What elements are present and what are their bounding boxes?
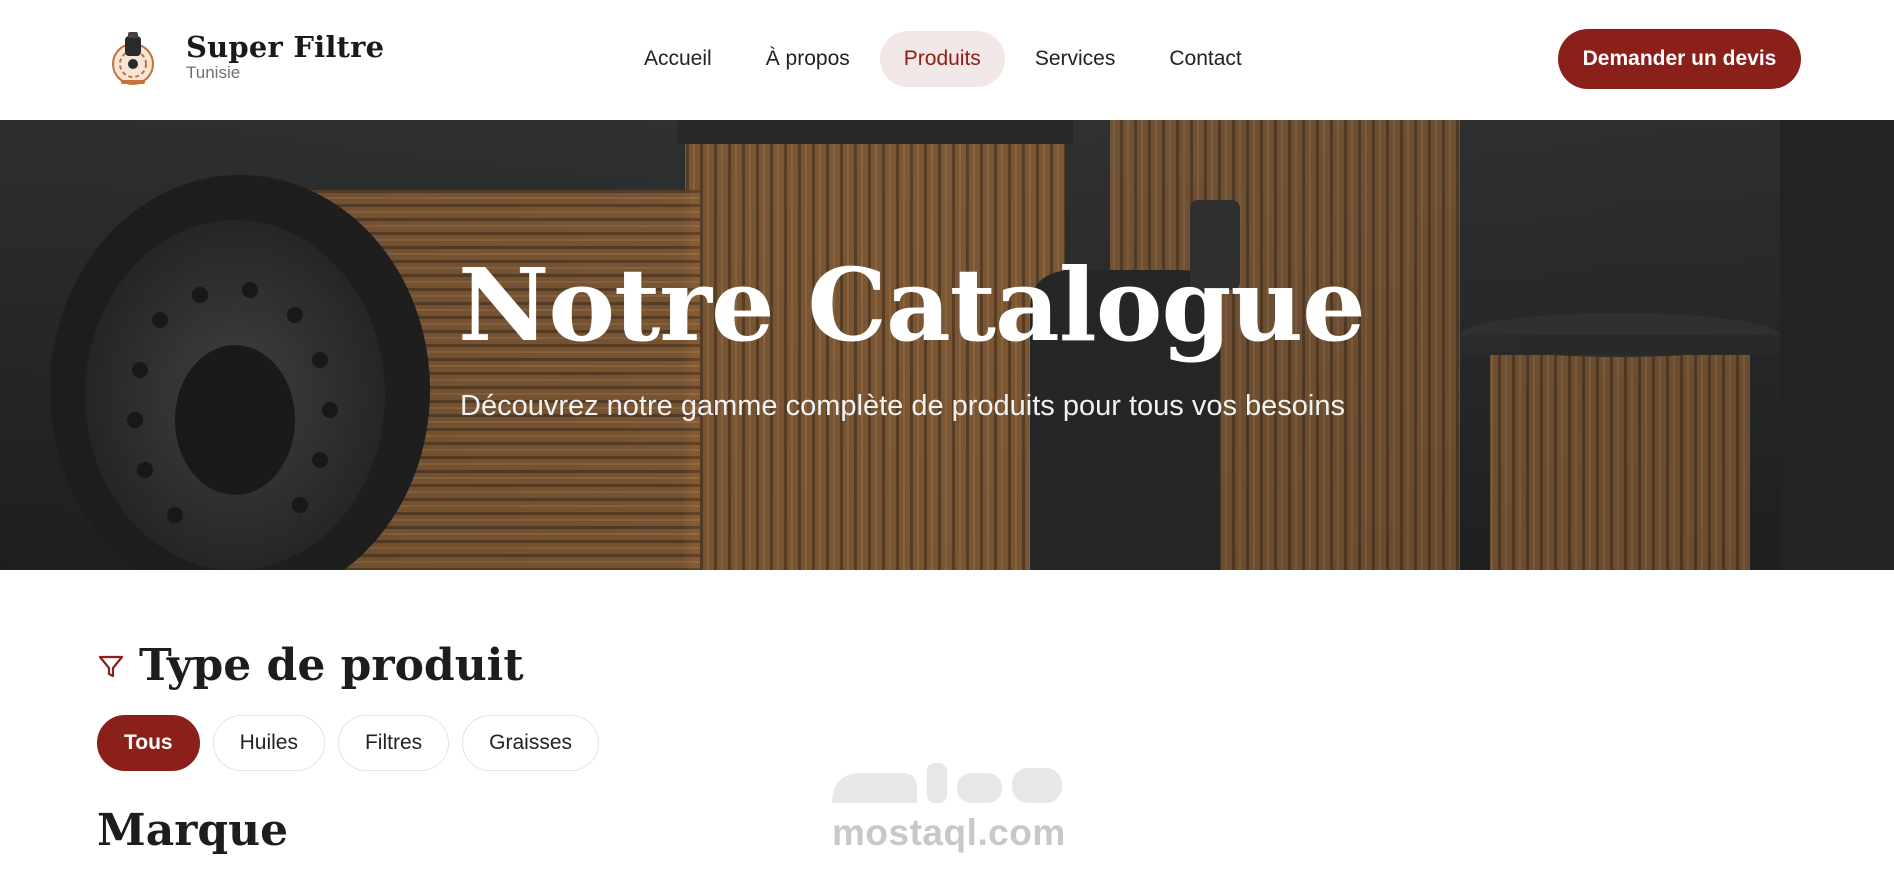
brand-tagline: Tunisie [186, 63, 241, 82]
product-type-title: Type de produit [139, 640, 524, 691]
funnel-icon [98, 655, 124, 677]
nav-item-contact[interactable]: Contact [1145, 31, 1265, 87]
brand-logo [108, 30, 158, 88]
watermark-text: mostaql.com [832, 812, 1066, 853]
page-subtitle: Découvrez notre gamme complète de produi… [460, 390, 1345, 422]
product-type-heading: Type de produit [97, 640, 524, 691]
brand[interactable]: Super Filtre Tunisie [108, 30, 384, 88]
filter-chip-graisses[interactable]: Graisses [462, 715, 599, 771]
nav-item-produits[interactable]: Produits [879, 31, 1005, 87]
nav-item-accueil[interactable]: Accueil [620, 31, 736, 87]
brand-filter-title: Marque [97, 805, 289, 856]
filter-chip-tous[interactable]: Tous [97, 715, 200, 771]
filter-chip-filtres[interactable]: Filtres [337, 715, 450, 771]
main-nav: Accueil À propos Produits Services Conta… [620, 31, 1272, 87]
product-type-filters: Tous Huiles Filtres Graisses [97, 715, 612, 771]
nav-item-a-propos[interactable]: À propos [742, 31, 874, 87]
filter-chip-huiles[interactable]: Huiles [212, 715, 325, 771]
nav-item-services[interactable]: Services [1011, 31, 1140, 87]
site-header: Super Filtre Tunisie Accueil À propos Pr… [0, 0, 1894, 120]
brand-name: Super Filtre [186, 30, 385, 64]
request-quote-button[interactable]: Demander un devis [1558, 29, 1801, 89]
hero-banner: Notre Catalogue Découvrez notre gamme co… [0, 120, 1894, 570]
page-title: Notre Catalogue [458, 246, 1366, 364]
